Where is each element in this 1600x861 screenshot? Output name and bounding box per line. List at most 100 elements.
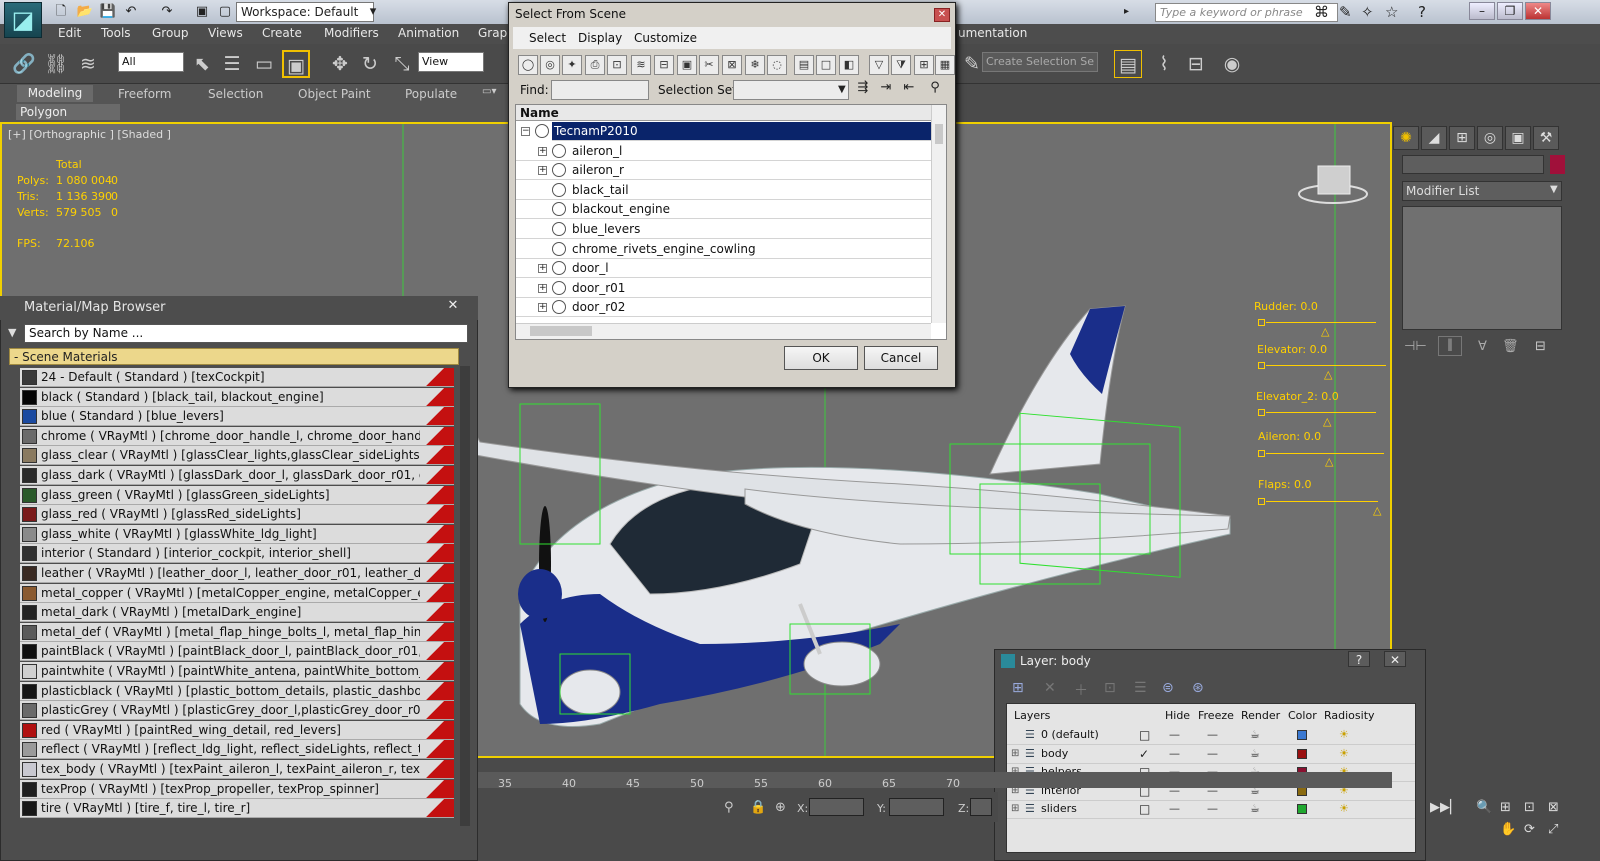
expand-layer-icon[interactable]: ⊞	[1011, 800, 1019, 818]
zoom-icon[interactable]: 🔍	[1476, 800, 1492, 815]
display-shapes-icon[interactable]: ◎	[540, 55, 560, 75]
remove-modifier-icon[interactable]: 🗑	[1502, 339, 1519, 354]
material-row[interactable]: tire ( VRayMtl ) [tire_f, tire_l, tire_r…	[20, 799, 454, 819]
panel-polygon-modeling[interactable]: Polygon Modeling	[16, 104, 120, 135]
lock-selection-icon[interactable]: 🔒	[750, 800, 766, 815]
selset-edit-icon[interactable]: ⇥	[876, 80, 896, 100]
material-row[interactable]: 24 - Default ( Standard ) [texCockpit]	[20, 368, 454, 387]
select-children-icon[interactable]: ⊞	[914, 55, 934, 75]
create-tab-icon[interactable]: ✺	[1393, 126, 1419, 150]
scene-row[interactable]: + door_r02	[516, 298, 932, 318]
display-cameras-icon[interactable]: ⎙	[585, 55, 605, 75]
restore-button[interactable]: ❐	[1497, 2, 1523, 20]
display-invert-icon[interactable]: ◧	[839, 55, 859, 75]
freeze-all-layers-icon[interactable]: ⊛	[1192, 680, 1204, 696]
menu-documentation[interactable]: umentation	[958, 26, 1027, 40]
expand-toggle-icon[interactable]: +	[538, 283, 547, 293]
display-spacewarps-icon[interactable]: ≋	[631, 55, 651, 75]
render-teapot-icon[interactable]: ☕	[1250, 800, 1260, 818]
utilities-tab-icon[interactable]: ⚒	[1533, 126, 1559, 150]
menu-views[interactable]: Views	[208, 26, 243, 40]
object-color-swatch[interactable]	[1550, 155, 1565, 174]
pan-view-icon[interactable]: ✋	[1500, 822, 1516, 837]
current-layer-checkbox[interactable]: □	[1139, 800, 1150, 818]
col-layers[interactable]: Layers	[1014, 709, 1050, 722]
minimize-button[interactable]: –	[1469, 2, 1495, 20]
layer-color-swatch[interactable]	[1297, 730, 1307, 740]
slider-elevator-box[interactable]	[1258, 362, 1265, 369]
col-freeze[interactable]: Freeze	[1198, 709, 1234, 722]
rotate-icon[interactable]: ↻	[356, 50, 384, 78]
link-icon[interactable]: 🔗	[10, 50, 38, 78]
scene-row[interactable]: TecnamP2010	[552, 122, 932, 141]
hide-toggle[interactable]: —	[1169, 800, 1180, 818]
z-coord-input[interactable]	[970, 798, 992, 816]
material-row[interactable]: leather ( VRayMtl ) [leather_door_l, lea…	[20, 564, 454, 583]
scene-row[interactable]: blackout_engine	[516, 200, 932, 220]
menu-group[interactable]: Group	[152, 26, 189, 40]
list-vscroll-thumb[interactable]	[935, 124, 943, 144]
material-row[interactable]: glass_dark ( VRayMtl ) [glassDark_door_l…	[20, 466, 454, 485]
material-row[interactable]: black ( Standard ) [black_tail, blackout…	[20, 387, 454, 407]
material-row[interactable]: glass_clear ( VRayMtl ) [glassClear_ligh…	[20, 446, 454, 466]
modifier-stack[interactable]	[1402, 206, 1562, 330]
material-row[interactable]: reflect ( VRayMtl ) [reflect_ldg_light, …	[20, 740, 454, 760]
y-coord-input[interactable]	[889, 798, 944, 816]
window-crossing-icon[interactable]: ▣	[282, 50, 310, 78]
scene-row[interactable]: black_tail	[516, 181, 932, 200]
menu-edit[interactable]: Edit	[58, 26, 81, 40]
col-render[interactable]: Render	[1241, 709, 1280, 722]
hide-toggle[interactable]: —	[1169, 745, 1180, 763]
time-ruler[interactable]	[478, 772, 1392, 788]
tab-object-paint[interactable]: Object Paint	[298, 87, 371, 101]
display-all-icon[interactable]: ▤	[794, 55, 814, 75]
col-radiosity[interactable]: Radiosity	[1324, 709, 1375, 722]
display-geometry-icon[interactable]: ◯	[518, 55, 538, 75]
modify-tab-icon[interactable]: ◢	[1421, 126, 1447, 150]
material-row[interactable]: glass_red ( VRayMtl ) [glassRed_sideLigh…	[20, 505, 454, 525]
undo-icon[interactable]: ↶	[122, 3, 140, 21]
select-in-layer-icon[interactable]: ⊡	[1104, 680, 1116, 696]
move-icon[interactable]: ✥	[326, 50, 354, 78]
named-selection-dropdown[interactable]: Create Selection Se	[982, 52, 1098, 72]
material-row[interactable]: glass_white ( VRayMtl ) [glassWhite_ldg_…	[20, 524, 454, 544]
dialog-close-button[interactable]: ✕	[934, 8, 950, 22]
help-icon[interactable]: ?	[1418, 3, 1426, 21]
binoculars-icon[interactable]: ⌘	[1314, 3, 1329, 21]
curve-editor-icon[interactable]: ⌇	[1150, 50, 1178, 78]
slider-rudder-box[interactable]	[1258, 319, 1265, 326]
tab-populate[interactable]: Populate	[405, 87, 457, 101]
hide-all-layers-icon[interactable]: ⊜	[1162, 680, 1174, 696]
exchange-icon[interactable]: ✧	[1361, 3, 1374, 21]
slider-aileron-track[interactable]	[1266, 453, 1384, 454]
slider-elevator-handle[interactable]: △	[1324, 368, 1332, 381]
add-to-layer-icon[interactable]: ＋	[1074, 680, 1088, 700]
object-name-field[interactable]	[1402, 155, 1544, 174]
expand-toggle-icon[interactable]: +	[538, 166, 547, 176]
expand-arrow-icon[interactable]: ▸	[1124, 3, 1129, 21]
modifier-list-dropdown[interactable]: Modifier List	[1402, 181, 1562, 201]
current-layer-checkbox[interactable]: ✓	[1139, 745, 1149, 763]
freeze-toggle[interactable]: —	[1207, 800, 1218, 818]
display-groups-icon[interactable]: ⊟	[654, 55, 674, 75]
scene-row[interactable]: blue_levers	[516, 220, 932, 239]
workspace-chevron-icon[interactable]: ▾	[364, 3, 382, 21]
display-lights-icon[interactable]: ✦	[562, 55, 582, 75]
radiosity-icon[interactable]: ☀	[1339, 726, 1349, 744]
zoom-all-icon[interactable]: ⊞	[1500, 800, 1511, 815]
slider-aileron-box[interactable]	[1258, 450, 1265, 457]
material-row[interactable]: paintwhite ( VRayMtl ) [paintWhite_anten…	[20, 662, 454, 681]
new-layer-icon[interactable]: ⊞	[1012, 680, 1024, 696]
x-coord-input[interactable]	[809, 798, 864, 816]
make-unique-icon[interactable]: ∀	[1478, 339, 1487, 354]
save-file-icon[interactable]: 💾	[99, 3, 117, 21]
delete-layer-icon[interactable]: ✕	[1044, 680, 1056, 696]
layer-row[interactable]: ⊞ ☰ sliders □ — — ☕ ☀	[1007, 800, 1415, 820]
col-hide[interactable]: Hide	[1165, 709, 1190, 722]
display-containers-icon[interactable]: ⊠	[722, 55, 742, 75]
hide-toggle[interactable]: —	[1169, 726, 1180, 744]
modifier-list-chevron-icon[interactable]: ▼	[1550, 184, 1558, 195]
render-teapot-icon[interactable]: ☕	[1250, 726, 1260, 744]
layer-close-button[interactable]: ✕	[1384, 651, 1406, 667]
layer-explorer-icon[interactable]: ▤	[1114, 50, 1142, 78]
